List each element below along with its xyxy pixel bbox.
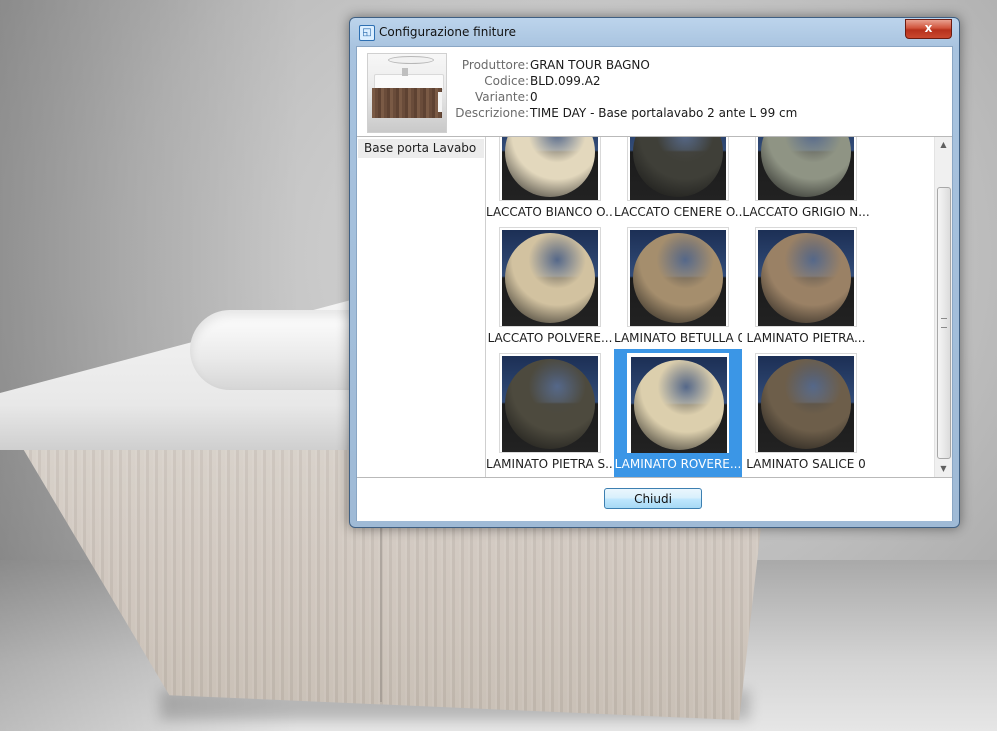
finish-label: LAMINATO PIETRA... [746, 331, 866, 345]
dialog-footer: Chiudi [357, 477, 952, 521]
finish-tile[interactable]: LACCATO CENERE O... [614, 137, 742, 225]
finish-swatch-icon [502, 356, 598, 452]
category-list: Base porta Lavabo [357, 137, 486, 477]
finish-swatch-icon [631, 357, 727, 453]
window-title: Configurazione finiture [379, 25, 517, 39]
category-item-base-porta-lavabo[interactable]: Base porta Lavabo [358, 139, 484, 158]
product-info-panel: Produttore: GRAN TOUR BAGNO Codice: BLD.… [357, 47, 952, 137]
finish-swatch-icon [502, 137, 598, 200]
window-close-button[interactable]: x [905, 19, 952, 39]
finish-label: LAMINATO ROVERE... [614, 457, 742, 471]
finish-tile[interactable]: LACCATO POLVERE... [486, 227, 614, 351]
finish-tile[interactable]: LAMINATO PIETRA S... [486, 353, 614, 477]
finish-tile[interactable]: LAMINATO ROVERE... [614, 349, 742, 477]
scrollbar-thumb[interactable] [937, 187, 951, 459]
finish-swatch-icon [630, 230, 726, 326]
title-bar[interactable]: ◱ Configurazione finiture x [350, 18, 959, 46]
finish-label: LAMINATO BETULLA 0 [614, 331, 742, 345]
finish-label: LAMINATO PIETRA S... [486, 457, 614, 471]
chiudi-button[interactable]: Chiudi [604, 488, 702, 509]
scroll-up-icon[interactable]: ▲ [935, 137, 952, 153]
finish-swatch-icon [630, 137, 726, 200]
finish-label: LACCATO CENERE O... [614, 205, 742, 219]
finish-swatch-icon [758, 356, 854, 452]
finish-grid-scrollbar[interactable]: ▲ ▼ [934, 137, 952, 477]
finish-tile[interactable]: LAMINATO SALICE 0 [742, 353, 870, 477]
finish-tile[interactable]: LAMINATO BETULLA 0 [614, 227, 742, 351]
product-thumbnail [367, 53, 447, 133]
finish-swatch-icon [758, 137, 854, 200]
finish-grid: LACCATO BIANCO O... LACCATO CENERE O... … [486, 137, 933, 477]
finish-swatch-icon [502, 230, 598, 326]
finish-config-dialog: ◱ Configurazione finiture x Produttore: … [349, 17, 960, 528]
scroll-down-icon[interactable]: ▼ [935, 461, 952, 477]
finish-label: LACCATO BIANCO O... [486, 205, 614, 219]
finish-label: LAMINATO SALICE 0 [746, 457, 866, 471]
finish-tile[interactable]: LACCATO GRIGIO N... [742, 137, 870, 225]
finish-label: LACCATO GRIGIO N... [742, 205, 870, 219]
finish-label: LACCATO POLVERE... [487, 331, 613, 345]
finish-tile[interactable]: LAMINATO PIETRA... [742, 227, 870, 351]
app-icon: ◱ [359, 25, 375, 41]
finish-swatch-icon [758, 230, 854, 326]
dialog-content: Produttore: GRAN TOUR BAGNO Codice: BLD.… [356, 46, 953, 521]
finish-tile[interactable]: LACCATO BIANCO O... [486, 137, 614, 225]
